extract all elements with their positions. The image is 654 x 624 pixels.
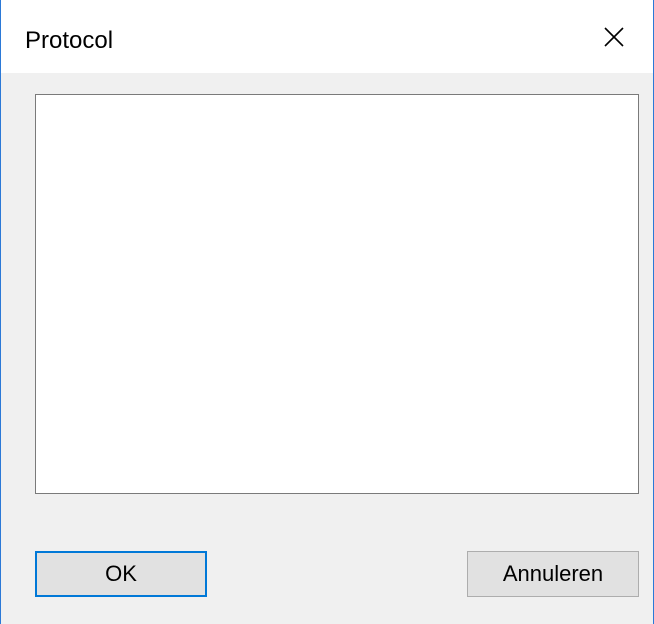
close-icon	[604, 26, 624, 47]
protocol-text-area[interactable]	[35, 94, 639, 494]
close-button[interactable]	[575, 0, 653, 73]
dialog-title: Protocol	[25, 27, 114, 54]
title-bar: Protocol	[1, 0, 653, 73]
protocol-dialog: Protocol OK Annuleren	[0, 0, 654, 624]
ok-button[interactable]: OK	[35, 551, 207, 597]
cancel-button[interactable]: Annuleren	[467, 551, 639, 597]
